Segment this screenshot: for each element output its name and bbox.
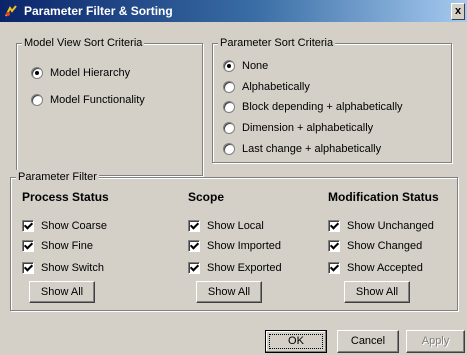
checkbox-label: Show Fine bbox=[41, 240, 93, 252]
checkbox-label: Show Switch bbox=[41, 262, 104, 274]
checkbox-show-exported[interactable]: Show Exported bbox=[188, 262, 282, 274]
radio-label: Block depending + alphabetically bbox=[242, 101, 403, 113]
checkbox-icon[interactable] bbox=[328, 220, 340, 232]
show-all-process-button[interactable]: Show All bbox=[29, 281, 95, 303]
close-icon[interactable]: x bbox=[455, 5, 461, 17]
checkbox-icon[interactable] bbox=[188, 262, 200, 274]
parameter-filter-legend: Parameter Filter bbox=[16, 170, 99, 184]
cancel-button[interactable]: Cancel bbox=[337, 330, 399, 353]
radio-label: Model Functionality bbox=[50, 94, 145, 106]
radio-label: None bbox=[242, 60, 269, 72]
radio-icon[interactable] bbox=[223, 81, 235, 93]
radio-icon[interactable] bbox=[223, 60, 235, 72]
button-label: Cancel bbox=[350, 335, 386, 347]
model-view-sort-legend: Model View Sort Criteria bbox=[22, 36, 145, 50]
radio-model-functionality[interactable]: Model Functionality bbox=[31, 94, 145, 106]
radio-none[interactable]: None bbox=[223, 60, 268, 72]
show-all-scope-button[interactable]: Show All bbox=[196, 281, 262, 303]
close-button[interactable]: x bbox=[451, 3, 465, 20]
checkbox-label: Show Accepted bbox=[347, 262, 423, 274]
checkbox-show-local[interactable]: Show Local bbox=[188, 220, 264, 232]
radio-icon[interactable] bbox=[31, 94, 43, 106]
radio-block-depending[interactable]: Block depending + alphabetically bbox=[223, 101, 403, 113]
checkbox-icon[interactable] bbox=[328, 240, 340, 252]
ok-button[interactable]: OK bbox=[265, 330, 327, 353]
checkbox-label: Show Unchanged bbox=[347, 220, 434, 232]
checkbox-show-changed[interactable]: Show Changed bbox=[328, 240, 422, 252]
modification-status-header: Modification Status bbox=[328, 190, 439, 204]
radio-icon[interactable] bbox=[223, 122, 235, 134]
radio-label: Model Hierarchy bbox=[50, 67, 131, 79]
checkbox-show-coarse[interactable]: Show Coarse bbox=[22, 220, 107, 232]
checkbox-show-switch[interactable]: Show Switch bbox=[22, 262, 104, 274]
checkbox-label: Show Changed bbox=[347, 240, 423, 252]
radio-label: Last change + alphabetically bbox=[242, 143, 382, 155]
radio-icon[interactable] bbox=[223, 101, 235, 113]
checkbox-icon[interactable] bbox=[22, 240, 34, 252]
radio-icon[interactable] bbox=[223, 143, 235, 155]
button-label: Show All bbox=[207, 286, 251, 298]
checkbox-icon[interactable] bbox=[328, 262, 340, 274]
checkbox-show-imported[interactable]: Show Imported bbox=[188, 240, 281, 252]
checkbox-label: Show Local bbox=[207, 220, 264, 232]
show-all-modification-button[interactable]: Show All bbox=[344, 281, 410, 303]
scope-header: Scope bbox=[188, 190, 225, 204]
checkbox-show-fine[interactable]: Show Fine bbox=[22, 240, 93, 252]
checkbox-icon[interactable] bbox=[22, 262, 34, 274]
app-icon bbox=[5, 5, 17, 17]
focus-rect bbox=[269, 334, 323, 349]
radio-model-hierarchy[interactable]: Model Hierarchy bbox=[31, 67, 130, 79]
radio-label: Alphabetically bbox=[242, 81, 310, 93]
checkbox-icon[interactable] bbox=[22, 220, 34, 232]
window-title: Parameter Filter & Sorting bbox=[24, 4, 173, 18]
radio-last-change[interactable]: Last change + alphabetically bbox=[223, 143, 381, 155]
checkbox-label: Show Imported bbox=[207, 240, 281, 252]
parameter-sort-legend: Parameter Sort Criteria bbox=[218, 36, 336, 50]
checkbox-label: Show Coarse bbox=[41, 220, 108, 232]
button-label: Apply bbox=[421, 335, 450, 347]
button-label: Show All bbox=[40, 286, 84, 298]
radio-alphabetically[interactable]: Alphabetically bbox=[223, 81, 310, 93]
radio-icon[interactable] bbox=[31, 67, 43, 79]
checkbox-icon[interactable] bbox=[188, 220, 200, 232]
checkbox-show-unchanged[interactable]: Show Unchanged bbox=[328, 220, 434, 232]
radio-dimension[interactable]: Dimension + alphabetically bbox=[223, 122, 373, 134]
radio-label: Dimension + alphabetically bbox=[242, 122, 374, 134]
title-bar: Parameter Filter & Sorting x bbox=[0, 0, 467, 22]
apply-button[interactable]: Apply bbox=[406, 330, 465, 353]
checkbox-icon[interactable] bbox=[188, 240, 200, 252]
button-label: Show All bbox=[355, 286, 399, 298]
model-view-sort-group: Model View Sort Criteria bbox=[16, 36, 203, 176]
process-status-header: Process Status bbox=[22, 190, 109, 204]
checkbox-show-accepted[interactable]: Show Accepted bbox=[328, 262, 423, 274]
checkbox-label: Show Exported bbox=[207, 262, 282, 274]
